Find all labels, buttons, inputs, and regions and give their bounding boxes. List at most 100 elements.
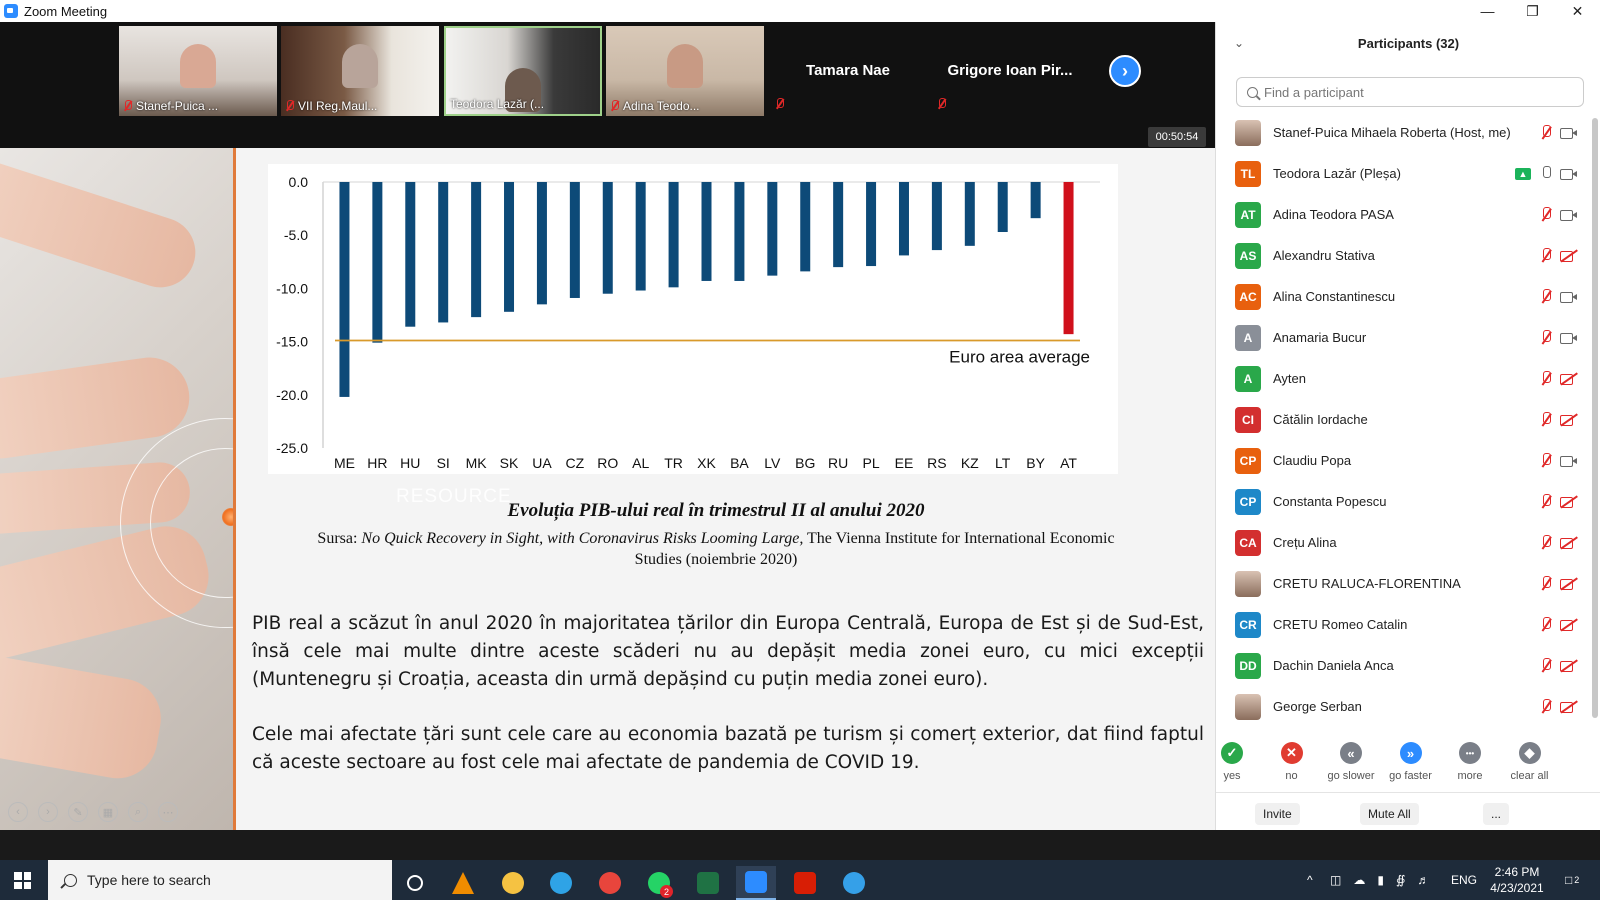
participant-row[interactable]: A Ayten [1216, 358, 1586, 399]
grid-icon[interactable]: ▦ [98, 802, 118, 822]
volume-icon[interactable]: ♬ [1417, 873, 1429, 887]
participant-row[interactable]: AC Alina Constantinescu [1216, 276, 1586, 317]
next-slide-icon[interactable]: › [38, 802, 58, 822]
participant-list-scrollbar[interactable] [1592, 118, 1598, 718]
video-off-icon[interactable] [1560, 249, 1578, 263]
muted-mic-icon[interactable] [1539, 288, 1553, 305]
reaction-clear-all-button[interactable]: ◆ clear all [1500, 742, 1560, 782]
mic-icon[interactable] [1539, 165, 1553, 182]
participant-row[interactable]: CI Cătălin Iordache [1216, 399, 1586, 440]
reaction-no-button[interactable]: ✕ no [1262, 742, 1322, 782]
video-off-icon[interactable] [1560, 536, 1578, 550]
tray-chevron-icon[interactable]: ^ [1307, 860, 1313, 900]
wifi-icon[interactable]: ∯ [1396, 873, 1405, 887]
video-icon[interactable] [1560, 331, 1578, 345]
participant-row[interactable]: CA Crețu Alina [1216, 522, 1586, 563]
bar-tr [668, 182, 679, 288]
name-only-tile[interactable]: Tamara Nae [769, 26, 927, 116]
video-tile[interactable]: Adina Teodo... [606, 26, 764, 116]
reaction-more-button[interactable]: ••• more [1440, 742, 1500, 782]
participant-row[interactable]: DD Dachin Daniela Anca [1216, 645, 1586, 686]
prev-slide-icon[interactable]: ‹ [8, 802, 28, 822]
language-indicator[interactable]: ENG [1451, 860, 1477, 900]
name-only-tile[interactable]: Grigore Ioan Pir... [931, 26, 1089, 116]
video-off-icon[interactable] [1560, 577, 1578, 591]
muted-mic-icon[interactable] [1539, 411, 1553, 428]
video-off-icon[interactable] [1560, 372, 1578, 386]
whatsapp-icon[interactable]: 2 [639, 866, 679, 900]
vlc-icon[interactable] [443, 866, 483, 900]
participant-row[interactable]: A Anamaria Bucur [1216, 317, 1586, 358]
video-icon[interactable] [1560, 126, 1578, 140]
battery-icon[interactable]: ▮ [1377, 873, 1384, 887]
meet-now-icon[interactable]: ◫ [1330, 873, 1341, 887]
muted-mic-icon[interactable] [1539, 657, 1553, 674]
windows-start-icon[interactable] [14, 872, 31, 889]
muted-mic-icon[interactable] [1539, 247, 1553, 264]
participant-row[interactable]: CRETU RALUCA-FLORENTINA [1216, 563, 1586, 604]
reaction-go-faster-button[interactable]: » go faster [1381, 742, 1441, 782]
muted-mic-icon[interactable] [1539, 206, 1553, 223]
x-tick-label: RS [927, 455, 946, 471]
video-off-icon[interactable] [1560, 700, 1578, 714]
onedrive-icon[interactable]: ☁ [1353, 873, 1365, 887]
participant-row[interactable]: AS Alexandru Stativa [1216, 235, 1586, 276]
chrome-icon[interactable] [590, 866, 630, 900]
bar-al [635, 182, 646, 291]
more-options-icon[interactable]: ⋯ [158, 802, 178, 822]
zoom-icon[interactable]: ⌕ [128, 802, 148, 822]
mute-all-button[interactable]: Mute All [1360, 803, 1419, 825]
video-icon[interactable] [1560, 208, 1578, 222]
participant-row[interactable]: TL Teodora Lazăr (Pleșa) ▲ [1216, 153, 1586, 194]
participant-search[interactable] [1236, 77, 1584, 107]
x-tick-label: BA [730, 455, 749, 471]
close-button[interactable]: ✕ [1555, 0, 1600, 22]
participant-row[interactable]: Stanef-Puica Mihaela Roberta (Host, me) [1216, 112, 1586, 153]
minimize-button[interactable]: — [1465, 0, 1510, 22]
excel-icon[interactable] [688, 866, 728, 900]
pen-icon[interactable]: ✎ [68, 802, 88, 822]
video-icon[interactable] [1560, 290, 1578, 304]
muted-mic-icon[interactable] [1539, 534, 1553, 551]
paint-icon[interactable] [834, 866, 874, 900]
participant-search-input[interactable] [1264, 84, 1564, 100]
participant-row[interactable]: CP Constanta Popescu [1216, 481, 1586, 522]
taskbar-clock[interactable]: 2:46 PM 4/23/2021 [1482, 864, 1552, 896]
participant-row[interactable]: George Serban [1216, 686, 1586, 727]
taskbar-search-box[interactable]: Type here to search [48, 860, 392, 900]
reaction-go-slower-button[interactable]: « go slower [1321, 742, 1381, 782]
muted-mic-icon[interactable] [1539, 698, 1553, 715]
video-off-icon[interactable] [1560, 413, 1578, 427]
video-off-icon[interactable] [1560, 659, 1578, 673]
restore-button[interactable]: ❐ [1510, 0, 1555, 22]
muted-mic-icon[interactable] [1539, 616, 1553, 633]
video-icon[interactable] [1560, 167, 1578, 181]
reaction-yes-button[interactable]: ✓ yes [1202, 742, 1262, 782]
acrobat-icon[interactable] [785, 866, 825, 900]
participant-row[interactable]: CR CRETU Romeo Catalin [1216, 604, 1586, 645]
muted-mic-icon[interactable] [1539, 124, 1553, 141]
participant-row[interactable]: CP Claudiu Popa [1216, 440, 1586, 481]
muted-mic-icon[interactable] [1539, 575, 1553, 592]
video-tile-active-speaker[interactable]: Teodora Lazăr (... [444, 26, 602, 116]
zoom-icon[interactable] [736, 866, 776, 900]
file-explorer-icon[interactable] [493, 866, 533, 900]
video-icon[interactable] [1560, 454, 1578, 468]
video-off-icon[interactable] [1560, 618, 1578, 632]
video-tile[interactable]: VII Reg.Maul... [281, 26, 439, 116]
reaction-label: go faster [1389, 770, 1432, 782]
next-page-button[interactable]: › [1109, 55, 1141, 87]
muted-mic-icon[interactable] [1539, 370, 1553, 387]
edge-icon[interactable] [541, 866, 581, 900]
muted-mic-icon[interactable] [1539, 452, 1553, 469]
participant-row[interactable]: AT Adina Teodora PASA [1216, 194, 1586, 235]
cortana-icon[interactable] [395, 866, 435, 900]
invite-button[interactable]: Invite [1255, 803, 1300, 825]
video-off-icon[interactable] [1560, 495, 1578, 509]
more-options-button[interactable]: ... [1483, 803, 1510, 825]
slide-toolbar: ‹ › ✎ ▦ ⌕ ⋯ [8, 802, 178, 822]
muted-mic-icon[interactable] [1539, 329, 1553, 346]
video-tile[interactable]: Stanef-Puica ... [119, 26, 277, 116]
notifications-button[interactable]: □ 2 [1565, 860, 1579, 900]
muted-mic-icon[interactable] [1539, 493, 1553, 510]
